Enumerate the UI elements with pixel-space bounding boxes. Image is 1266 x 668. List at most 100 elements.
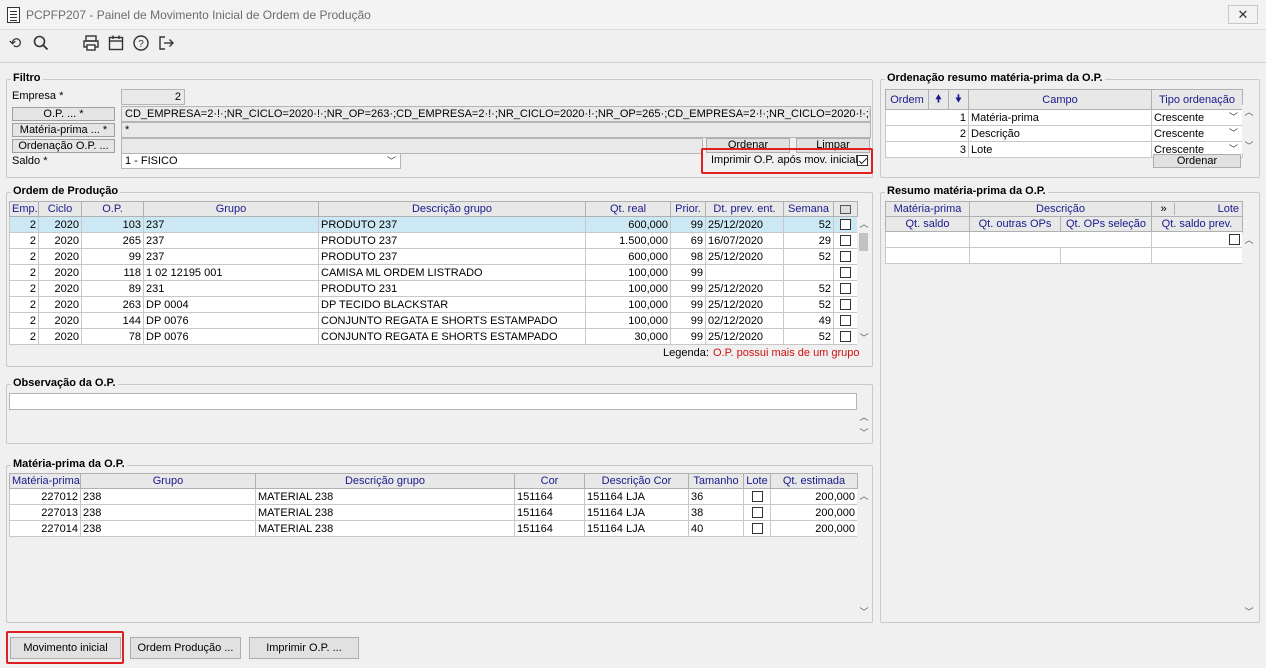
tam-cell: 40	[688, 520, 744, 537]
materia-prima-scrollbar[interactable]: ︿ ﹀	[857, 489, 871, 619]
table-row[interactable]: 2 2020 78 DP 0076 CONJUNTO REGATA E SHORTS E…	[9, 328, 858, 345]
row-select-checkbox[interactable]	[833, 248, 858, 265]
close-button[interactable]: ✕	[1228, 5, 1258, 24]
row-select-checkbox[interactable]	[833, 280, 858, 297]
ordenar-resumo-button[interactable]: Ordenar	[1153, 154, 1241, 168]
observacao-field[interactable]	[9, 393, 857, 410]
help-icon[interactable]: ?	[131, 34, 151, 54]
desc-cell: MATERIAL 238	[255, 504, 515, 521]
desc-cell: CAMISA ML ORDEM LISTRADO	[318, 264, 586, 281]
calendar-icon[interactable]	[106, 34, 126, 54]
empresa-field[interactable]: 2	[121, 89, 185, 105]
ordem-producao-scrollbar[interactable]: ︿ ﹀	[857, 217, 871, 345]
saldo-select[interactable]: 1 - FISICO ﹀	[121, 153, 401, 169]
row-select-checkbox[interactable]	[833, 264, 858, 281]
checkbox-icon	[751, 523, 763, 535]
dt-cell	[705, 264, 784, 281]
grupo-cell: DP 0076	[143, 328, 319, 345]
dt-cell: 25/12/2020	[705, 328, 784, 345]
tipo-select[interactable]: Crescente ﹀	[1151, 109, 1243, 126]
table-row[interactable]: 2 2020 118 1 02 12195 001 CAMISA ML ORDEM LI…	[9, 264, 858, 281]
chevron-down-icon[interactable]: ﹀	[857, 605, 871, 619]
header-qt-ops-selecao: Qt. OPs seleção	[1060, 216, 1152, 232]
header-descricao-label: Descrição	[1036, 203, 1085, 215]
header-lote: Lote	[743, 473, 771, 489]
filtro-title: Filtro	[11, 72, 43, 84]
checkbox-icon	[840, 251, 851, 263]
ciclo-cell: 2020	[38, 280, 82, 297]
op-cell: 78	[81, 328, 144, 345]
chevron-up-icon[interactable]: ︿	[857, 217, 871, 231]
prior-cell: 99	[670, 280, 706, 297]
chevron-down-icon[interactable]: ﹀	[1242, 605, 1256, 619]
expand-icon[interactable]: »	[1153, 203, 1175, 215]
ordem-cell: 2	[885, 125, 969, 142]
row-select-checkbox[interactable]	[833, 232, 858, 249]
op-lookup-button[interactable]: O.P. ... *	[12, 107, 115, 121]
chevron-down-icon[interactable]: ﹀	[1242, 139, 1256, 153]
ordenacao-scrollbar[interactable]: ︿ ﹀	[1242, 105, 1256, 153]
scroll-thumb[interactable]	[859, 233, 868, 251]
ordenacao-op-lookup-button[interactable]: Ordenação O.P. ...	[12, 139, 115, 153]
table-row[interactable]: 227013 238 MATERIAL 238 151164 151164 LJA 38 2…	[9, 504, 858, 521]
semana-cell: 52	[783, 216, 834, 233]
lote-checkbox[interactable]	[743, 520, 771, 537]
move-up-icon[interactable]: 🠝	[928, 89, 949, 110]
row-select-checkbox[interactable]	[833, 328, 858, 345]
legend-text: O.P. possui mais de um grupo	[713, 347, 860, 359]
search-icon[interactable]	[31, 34, 51, 54]
resumo-scrollbar[interactable]: ︿ ﹀	[1242, 233, 1256, 619]
window-title: PCPFP207 - Painel de Movimento Inicial d…	[26, 8, 371, 22]
op-field[interactable]: CD_EMPRESA=2·!·;NR_CICLO=2020·!·;NR_OP=2…	[121, 106, 871, 122]
observacao-scrollbar[interactable]: ︿ ﹀	[857, 410, 871, 440]
cor-cell: 151164	[514, 504, 585, 521]
desc-cell: PRODUTO 237	[318, 232, 586, 249]
row-select-checkbox[interactable]	[833, 312, 858, 329]
dt-cell: 25/12/2020	[705, 216, 784, 233]
table-row[interactable]: 2 2020 144 DP 0076 CONJUNTO REGATA E SHORTS …	[9, 312, 858, 329]
print-icon[interactable]	[81, 34, 101, 54]
lote-checkbox[interactable]	[743, 488, 771, 505]
chevron-down-icon[interactable]: ﹀	[857, 426, 871, 440]
row-select-checkbox[interactable]	[833, 296, 858, 313]
chevron-up-icon[interactable]: ︿	[1242, 233, 1256, 247]
header-qt-saldo-prev: Qt. saldo prev.	[1151, 216, 1243, 232]
table-row[interactable]: 2 2020 263 DP 0004 DP TECIDO BLACKSTAR 100,00…	[9, 296, 858, 313]
table-row[interactable]: 1 Matéria-prima Crescente ﹀	[885, 109, 1243, 126]
table-row[interactable]: 227014 238 MATERIAL 238 151164 151164 LJA 40 2…	[9, 520, 858, 537]
checkbox-icon	[840, 331, 851, 343]
ordenacao-op-field[interactable]	[121, 138, 703, 154]
table-row[interactable]	[885, 247, 1243, 264]
emp-cell: 2	[9, 232, 39, 249]
table-row[interactable]: 2 2020 89 231 PRODUTO 231 100,000 99 25/12/2020…	[9, 280, 858, 297]
qt-cell: 600,000	[585, 248, 671, 265]
exit-icon[interactable]	[156, 34, 176, 54]
table-row[interactable]: 2 2020 265 237 PRODUTO 237 1.500,000 69 16/07/2…	[9, 232, 858, 249]
header-emp: Emp.	[9, 201, 39, 217]
ordem-producao-button[interactable]: Ordem Produção ...	[130, 637, 241, 659]
chevron-up-icon[interactable]: ︿	[1242, 105, 1256, 119]
lote-checkbox[interactable]	[1151, 231, 1243, 248]
row-select-checkbox[interactable]	[833, 216, 858, 233]
refresh-icon[interactable]: ⟲	[5, 34, 25, 54]
desc_cor-cell: 151164 LJA	[584, 488, 689, 505]
table-row[interactable]: 2 2020 99 237 PRODUTO 237 600,000 98 25/12/2020…	[9, 248, 858, 265]
move-down-icon[interactable]: 🠟	[948, 89, 969, 110]
table-row[interactable]: 2 Descrição Crescente ﹀	[885, 125, 1243, 142]
chevron-up-icon[interactable]: ︿	[857, 489, 871, 503]
chevron-up-icon[interactable]: ︿	[857, 410, 871, 424]
checkbox-icon	[1229, 234, 1240, 246]
ordem-producao-title: Ordem de Produção	[11, 185, 121, 197]
empresa-label: Empresa *	[12, 90, 64, 102]
table-row[interactable]: 2 2020 103 237 PRODUTO 237 600,000 99 25/12/202…	[9, 216, 858, 233]
table-row[interactable]	[885, 231, 1243, 248]
materia-prima-lookup-button[interactable]: Matéria-prima ... *	[12, 123, 115, 137]
materia-prima-field[interactable]: *	[121, 122, 871, 138]
imprimir-op-button[interactable]: Imprimir O.P. ...	[249, 637, 359, 659]
select-all-icon[interactable]	[833, 201, 858, 217]
chevron-down-icon[interactable]: ﹀	[857, 331, 871, 345]
tipo-select[interactable]: Crescente ﹀	[1151, 125, 1243, 142]
header-descricao: Descrição	[969, 201, 1152, 217]
lote-checkbox[interactable]	[743, 504, 771, 521]
table-row[interactable]: 227012 238 MATERIAL 238 151164 151164 LJA 36 2…	[9, 488, 858, 505]
